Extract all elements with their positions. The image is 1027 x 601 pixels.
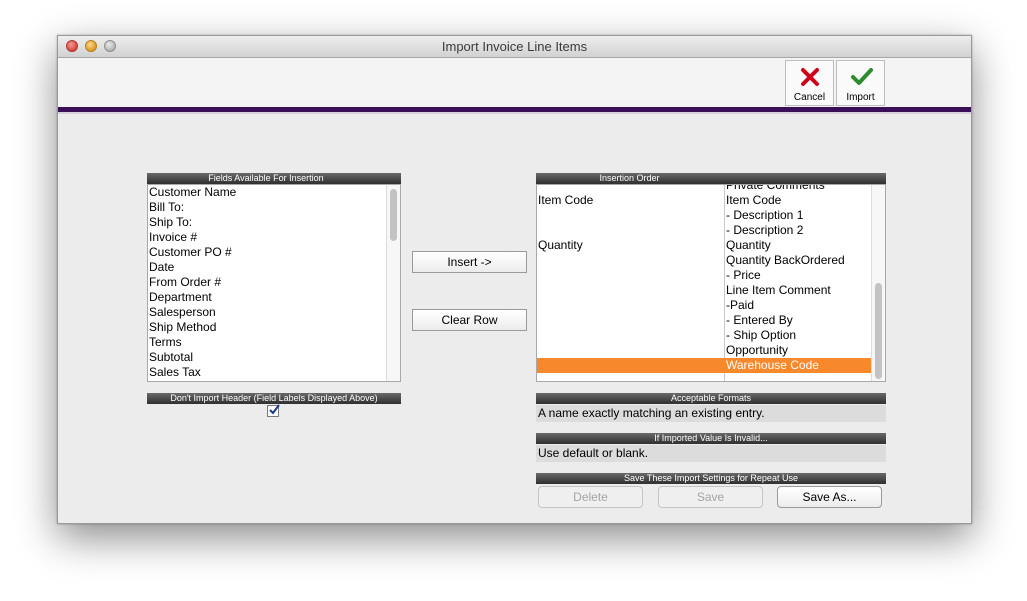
insertion-order-target-cell: Line Item Comment xyxy=(726,283,831,297)
dont-import-header-label: Don't Import Header (Field Labels Displa… xyxy=(147,393,401,404)
insertion-order-header-corner xyxy=(870,173,886,184)
accent-divider-shadow xyxy=(58,112,971,114)
fields-list-item[interactable]: Ship To: xyxy=(148,215,400,230)
insertion-order-row[interactable]: Private Comments xyxy=(537,184,885,193)
insertion-order-target-cell: - Price xyxy=(726,268,761,282)
fields-list-item[interactable]: Customer Name xyxy=(148,185,400,200)
insertion-order-target-cell: Quantity BackOrdered xyxy=(726,253,845,267)
fields-list-item[interactable]: Salesperson xyxy=(148,305,400,320)
title-bar[interactable]: Import Invoice Line Items xyxy=(58,36,971,58)
insertion-order-scroll-thumb[interactable] xyxy=(875,283,882,379)
cancel-x-icon xyxy=(801,68,819,86)
fields-list-item[interactable]: Terms xyxy=(148,335,400,350)
insertion-order-rows: Private Comments Item Code Item Code - Desc… xyxy=(537,184,885,373)
insertion-order-target-cell: - Entered By xyxy=(726,313,793,327)
fields-list-item[interactable]: Date xyxy=(148,260,400,275)
save-settings-header: Save These Import Settings for Repeat Us… xyxy=(536,473,886,484)
insertion-order-row[interactable]: Quantity Quantity xyxy=(537,238,885,253)
insertion-order-target-cell: - Description 1 xyxy=(726,208,804,222)
insertion-order-target-cell: Warehouse Code xyxy=(726,358,819,372)
fields-list-item[interactable]: Ship Method xyxy=(148,320,400,335)
invalid-value-value: Use default or blank. xyxy=(536,445,886,462)
fields-scrollbar[interactable] xyxy=(386,185,400,381)
fields-rows: Customer Name Bill To: Ship To: Invoice # Cu… xyxy=(148,185,400,380)
insertion-order-header-target xyxy=(723,173,870,184)
toolbar: Cancel Import xyxy=(58,58,971,107)
insertion-order-target-cell: - Ship Option xyxy=(726,328,797,342)
insertion-order-target-cell: Private Comments xyxy=(726,184,825,192)
fields-list-item[interactable]: Sales Tax xyxy=(148,365,400,380)
fields-list-item[interactable]: Department xyxy=(148,290,400,305)
clear-row-button[interactable]: Clear Row xyxy=(412,309,527,331)
dont-import-header-checkbox[interactable] xyxy=(267,404,280,417)
fields-list-item[interactable]: From Order # xyxy=(148,275,400,290)
checkbox-check-icon xyxy=(269,404,280,415)
acceptable-formats-value: A name exactly matching an existing entr… xyxy=(536,405,886,422)
insertion-order-source-cell: Quantity xyxy=(538,238,583,252)
insert-button[interactable]: Insert -> xyxy=(412,251,527,273)
insertion-order-row[interactable]: Item Code Item Code xyxy=(537,193,885,208)
fields-list-item[interactable]: Invoice # xyxy=(148,230,400,245)
insertion-order-row[interactable]: Opportunity xyxy=(537,343,885,358)
import-dialog-window: Import Invoice Line Items Cancel Import … xyxy=(57,35,972,524)
fields-scroll-thumb[interactable] xyxy=(390,189,397,241)
insertion-order-row[interactable]: -Paid xyxy=(537,298,885,313)
insertion-order-scrollbar[interactable] xyxy=(871,185,885,381)
invalid-value-header: If Imported Value Is Invalid... xyxy=(536,433,886,444)
insertion-order-target-cell: -Paid xyxy=(726,298,755,312)
insertion-order-row[interactable]: Line Item Comment xyxy=(537,283,885,298)
fields-available-list[interactable]: Customer Name Bill To: Ship To: Invoice # Cu… xyxy=(147,184,401,382)
insertion-order-target-cell: Quantity xyxy=(726,238,771,252)
fields-list-item[interactable]: Subtotal xyxy=(148,350,400,365)
delete-button[interactable]: Delete xyxy=(538,486,643,508)
insertion-order-row[interactable]: Quantity BackOrdered xyxy=(537,253,885,268)
insertion-order-row[interactable]: - Price xyxy=(537,268,885,283)
window-title: Import Invoice Line Items xyxy=(441,39,588,54)
acceptable-formats-header: Acceptable Formats xyxy=(536,393,886,404)
insertion-order-list[interactable]: Private Comments Item Code Item Code - Desc… xyxy=(536,184,886,382)
insertion-order-row[interactable]: Warehouse Code xyxy=(537,358,885,373)
fields-available-header: Fields Available For Insertion xyxy=(147,173,385,184)
import-label: Import xyxy=(846,92,875,103)
insertion-order-target-cell: - Description 2 xyxy=(726,223,804,237)
fields-list-item[interactable]: Bill To: xyxy=(148,200,400,215)
insertion-order-header: Insertion Order xyxy=(536,173,723,184)
insertion-order-row[interactable]: - Description 1 xyxy=(537,208,885,223)
checkmark-icon xyxy=(851,68,873,85)
import-button[interactable]: Import xyxy=(836,60,885,106)
insertion-order-target-cell: Opportunity xyxy=(726,343,789,357)
cancel-button[interactable]: Cancel xyxy=(785,60,834,106)
insertion-order-row[interactable]: - Description 2 xyxy=(537,223,885,238)
insertion-order-row[interactable]: - Entered By xyxy=(537,313,885,328)
save-button[interactable]: Save xyxy=(658,486,763,508)
fields-list-item[interactable]: Customer PO # xyxy=(148,245,400,260)
fields-available-header-corner xyxy=(385,173,401,184)
insertion-order-target-cell: Item Code xyxy=(726,193,782,207)
insertion-order-row[interactable]: - Ship Option xyxy=(537,328,885,343)
save-as-button[interactable]: Save As... xyxy=(777,486,882,508)
cancel-label: Cancel xyxy=(793,92,826,103)
insertion-order-source-cell: Item Code xyxy=(538,193,594,207)
